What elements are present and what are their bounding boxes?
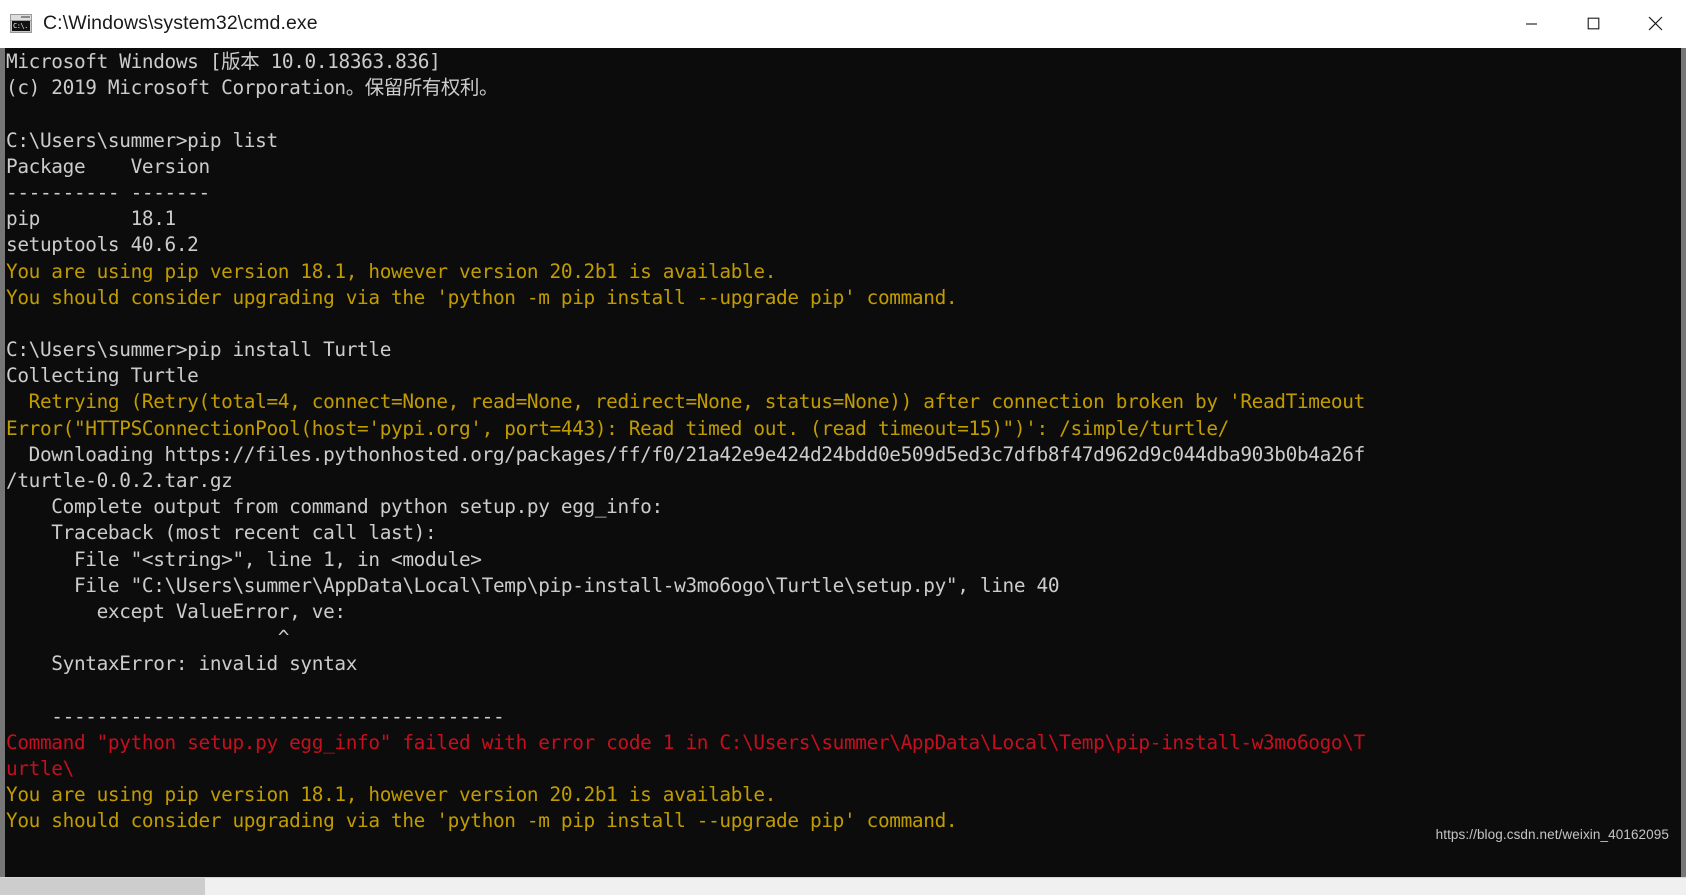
console-line: You should consider upgrading via the 'p… (6, 285, 958, 309)
console-line: Collecting Turtle (6, 364, 199, 388)
console-line: Retrying (Retry(total=4, connect=None, r… (6, 390, 1366, 414)
console-line: File "<string>", line 1, in <module> (6, 547, 482, 571)
console-line: C:\Users\summer>pip install Turtle (6, 338, 392, 362)
title-bar-left: C:\. C:\Windows\system32\cmd.exe (0, 12, 1500, 35)
console-line: C:\Users\summer>pip list (6, 128, 278, 152)
window-right-border (1681, 48, 1686, 877)
console-line-list: Microsoft Windows [版本 10.0.18363.836] (c)… (5, 49, 1681, 835)
console-line: /turtle-0.0.2.tar.gz (6, 469, 233, 492)
cmd-window: C:\. C:\Windows\system32\cmd.exe Microso… (0, 0, 1686, 895)
window-title: C:\Windows\system32\cmd.exe (43, 12, 318, 34)
console-line: setuptools 40.6.2 (6, 233, 199, 257)
console-line: Complete output from command python setu… (6, 495, 663, 519)
console-line: Traceback (most recent call last): (6, 521, 437, 545)
console-line: Command "python setup.py egg_info" faile… (6, 730, 1365, 754)
console-line: urtle\ (6, 757, 74, 781)
cmd-icon: C:\. (10, 14, 32, 33)
console-line: Microsoft Windows [版本 10.0.18363.836] (6, 50, 441, 73)
console-line: Package Version (6, 154, 210, 178)
console-line: You are using pip version 18.1, however … (6, 783, 777, 807)
console-line: You should consider upgrading via the 'p… (6, 809, 958, 833)
console-line: pip 18.1 (6, 207, 176, 231)
console-line: ---------------------------------------- (6, 704, 505, 728)
console-line: Error("HTTPSConnectionPool(host='pypi.or… (6, 416, 1230, 440)
console-line: ---------- ------- (6, 180, 210, 204)
console-output[interactable]: Microsoft Windows [版本 10.0.18363.836] (c)… (5, 48, 1681, 877)
console-line: You are using pip version 18.1, however … (6, 259, 777, 283)
horizontal-scroll-thumb[interactable] (0, 878, 205, 895)
title-bar[interactable]: C:\. C:\Windows\system32\cmd.exe (0, 0, 1686, 48)
console-line: Downloading https://files.pythonhosted.o… (6, 442, 1366, 466)
horizontal-scrollbar[interactable] (0, 877, 1686, 895)
console-area: Microsoft Windows [版本 10.0.18363.836] (c)… (0, 48, 1686, 877)
console-line: File "C:\Users\summer\AppData\Local\Temp… (6, 573, 1060, 597)
horizontal-scroll-track[interactable] (205, 878, 1686, 895)
close-button[interactable] (1624, 0, 1686, 47)
console-line: (c) 2019 Microsoft Corporation。保留所有权利。 (6, 76, 499, 100)
minimize-button[interactable] (1500, 0, 1562, 47)
console-line: except ValueError, ve: (6, 599, 347, 623)
cmd-icon-screen-glyph: C:\. (12, 21, 30, 31)
maximize-button[interactable] (1562, 0, 1624, 47)
watermark-text: https://blog.csdn.net/weixin_40162095 (1435, 827, 1669, 842)
console-line: ^ (6, 626, 290, 650)
console-line: SyntaxError: invalid syntax (6, 652, 358, 676)
window-controls (1500, 0, 1686, 47)
